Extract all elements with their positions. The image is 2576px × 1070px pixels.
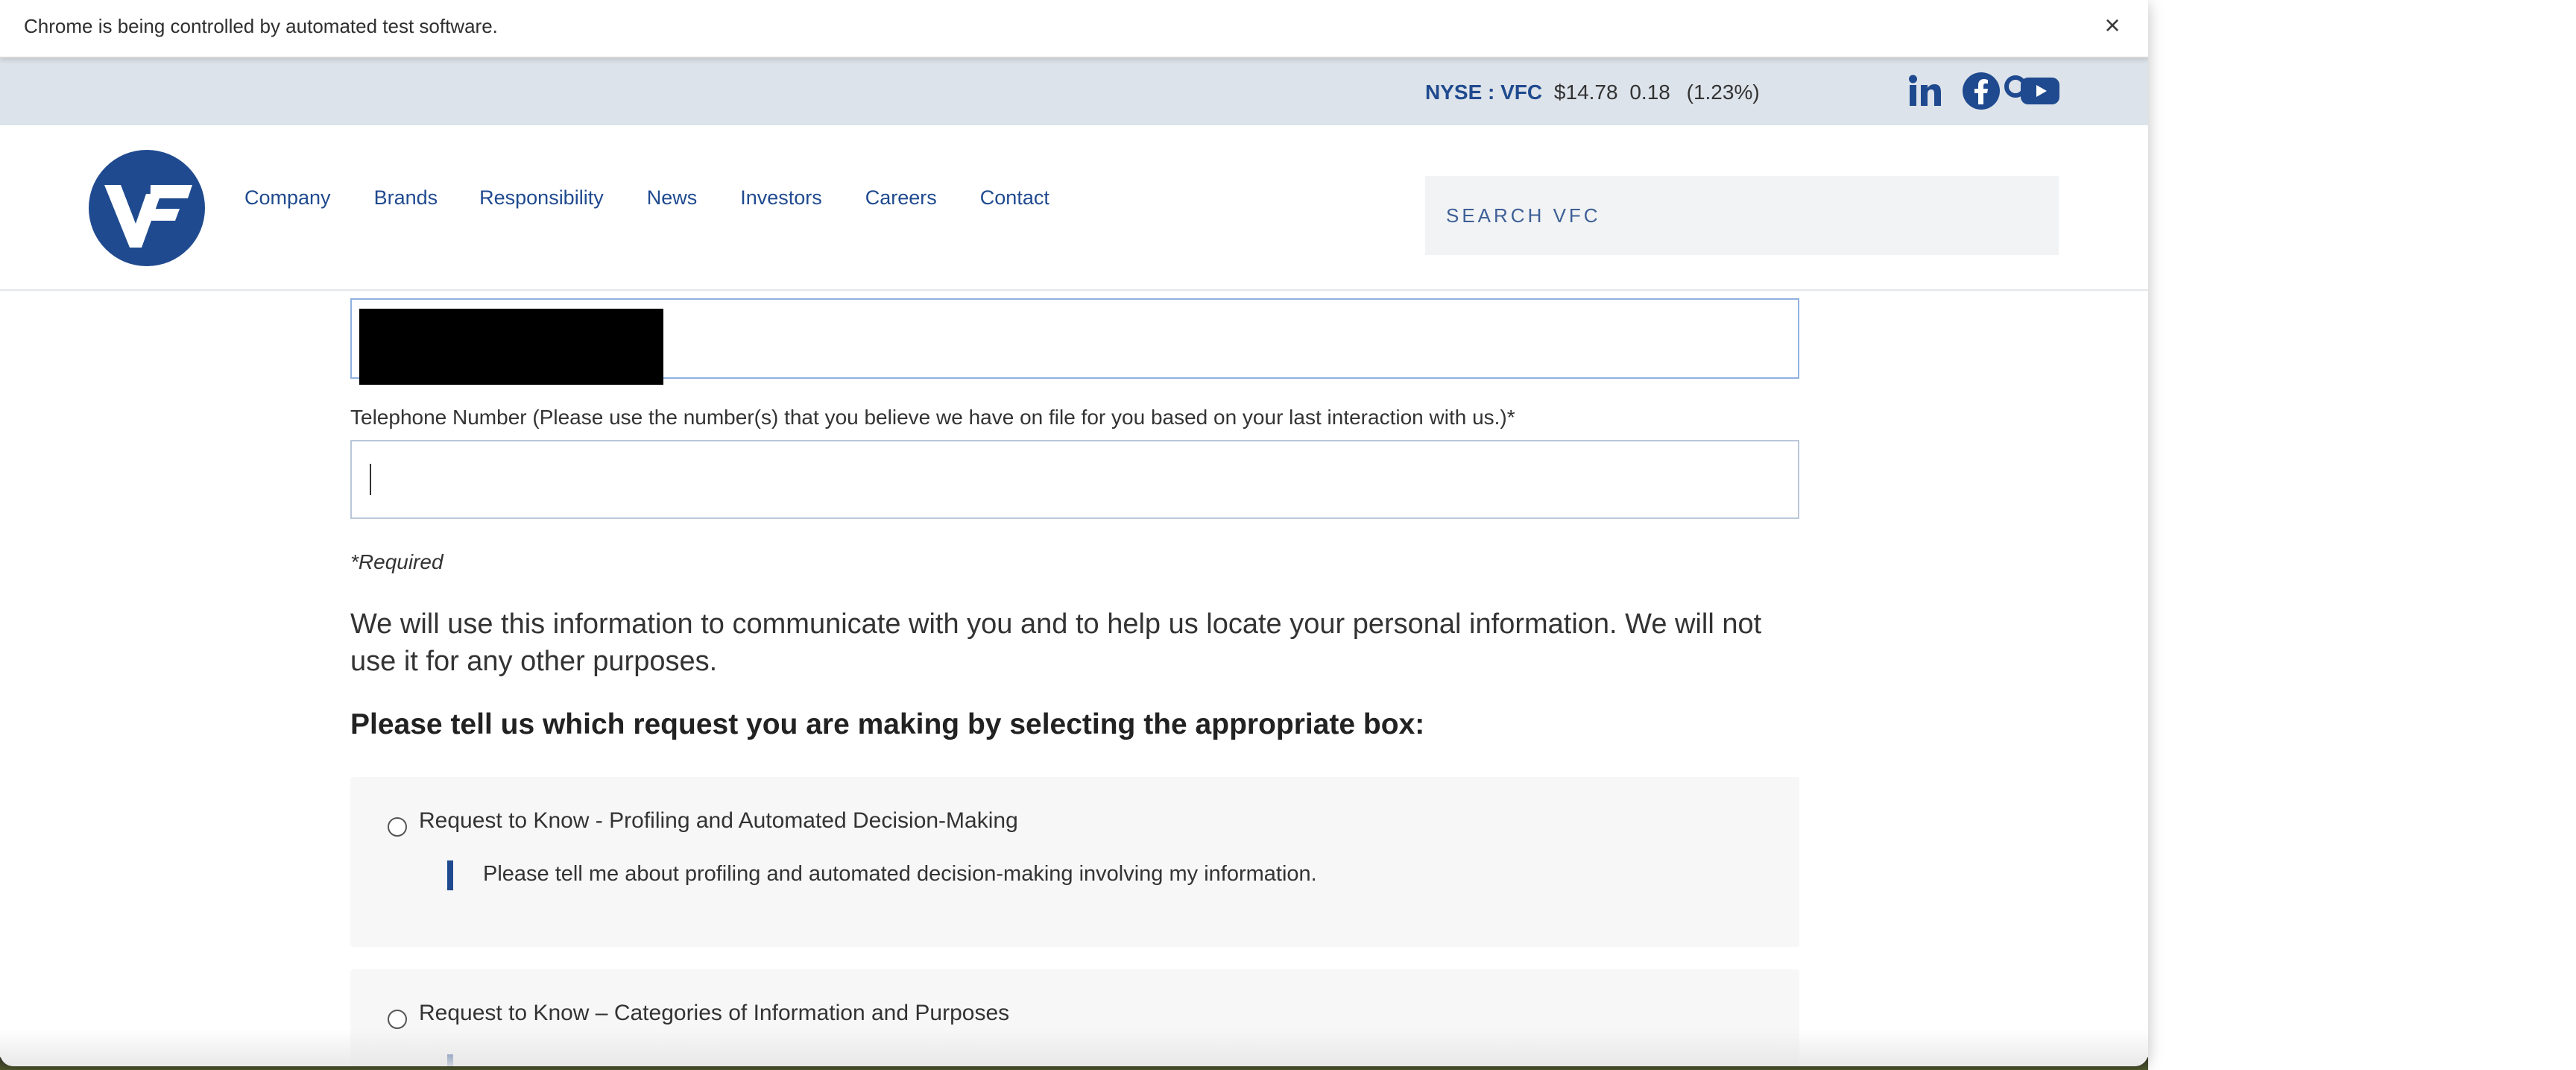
previous-input-field[interactable]	[350, 298, 1799, 385]
search-input[interactable]	[1446, 197, 1968, 234]
redacted-value	[359, 309, 663, 385]
stock-ticker: NYSE : VFC $14.78 0.18 (1.23%)	[1425, 81, 1760, 104]
vf-logo[interactable]	[88, 149, 206, 267]
main-nav: Company Brands Responsibility News Inves…	[244, 186, 1093, 210]
info-paragraph: We will use this information to communic…	[350, 608, 1762, 677]
facebook-icon[interactable]	[1962, 72, 2001, 110]
nav-news[interactable]: News	[647, 186, 698, 210]
request-heading: Please tell us which request you are mak…	[350, 708, 1425, 740]
request-option-profiling[interactable]: Request to Know - Profiling and Automate…	[350, 777, 1799, 947]
text-cursor	[370, 464, 371, 495]
ticker-symbol[interactable]: NYSE : VFC	[1425, 81, 1542, 104]
option-description: Please tell me about profiling and autom…	[483, 862, 1317, 886]
phone-input[interactable]	[350, 440, 1799, 519]
browser-window: Chrome is being controlled by automated …	[0, 0, 2148, 1066]
search-box	[1425, 176, 2059, 255]
required-note: *Required	[350, 550, 443, 573]
radio-button[interactable]	[388, 1010, 407, 1029]
option-title[interactable]: Request to Know – Categories of Informat…	[419, 1001, 1009, 1026]
linkedin-icon[interactable]	[1907, 72, 1944, 110]
desktop-background-right	[2148, 0, 2576, 1070]
option-title[interactable]: Request to Know - Profiling and Automate…	[419, 808, 1018, 834]
ticker-change: 0.18	[1629, 81, 1670, 104]
search-icon[interactable]	[2002, 73, 2035, 106]
site-header: Company Brands Responsibility News Inves…	[0, 125, 2148, 291]
nav-responsibility[interactable]: Responsibility	[479, 186, 604, 210]
option-accent-bar	[447, 860, 453, 890]
ticker-percent: (1.23%)	[1686, 81, 1760, 104]
nav-investors[interactable]: Investors	[740, 186, 822, 210]
nav-brands[interactable]: Brands	[374, 186, 438, 210]
stock-ticker-bar: NYSE : VFC $14.78 0.18 (1.23%)	[0, 58, 2148, 125]
window-bottom-shadow	[0, 1029, 2148, 1066]
phone-field-label: Telephone Number (Please use the number(…	[350, 406, 1515, 429]
radio-button[interactable]	[388, 817, 407, 837]
automation-notice: Chrome is being controlled by automated …	[24, 15, 498, 37]
nav-company[interactable]: Company	[244, 186, 331, 210]
nav-contact[interactable]: Contact	[980, 186, 1049, 210]
ticker-price: $14.78	[1553, 81, 1618, 104]
automation-infobar: Chrome is being controlled by automated …	[0, 0, 2148, 58]
close-icon[interactable]: ×	[2097, 9, 2127, 42]
privacy-request-form: Telephone Number (Please use the number(…	[0, 291, 2148, 1066]
nav-careers[interactable]: Careers	[865, 186, 937, 210]
